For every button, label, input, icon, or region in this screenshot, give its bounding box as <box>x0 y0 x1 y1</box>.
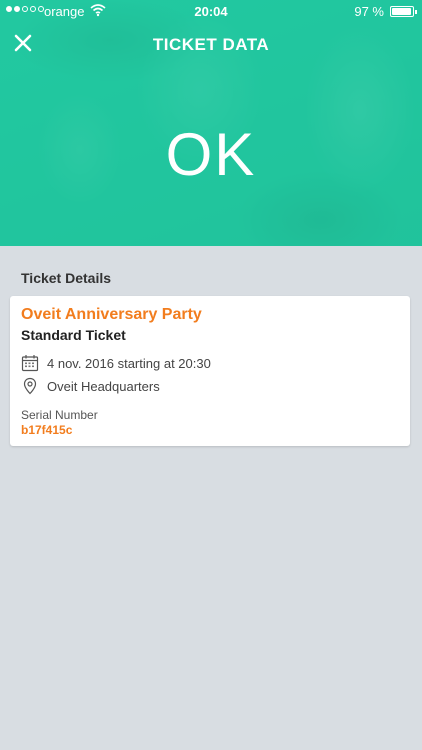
event-name: Oveit Anniversary Party <box>21 306 202 323</box>
ticket-status-text: OK <box>165 121 257 188</box>
event-date-row: 4 nov. 2016 starting at 20:30 <box>21 354 211 372</box>
battery-level <box>392 8 412 15</box>
calendar-icon <box>21 354 39 372</box>
event-location: Oveit Headquarters <box>47 378 160 394</box>
event-date: 4 nov. 2016 starting at 20:30 <box>47 355 211 371</box>
location-pin-icon <box>21 377 39 395</box>
serial-number-value: b17f415c <box>21 423 73 437</box>
battery-percent: 97 % <box>354 4 384 19</box>
hero-header: orange 20:04 97 % TICKET DATA OK <box>0 0 422 246</box>
battery-icon <box>390 6 417 17</box>
status-bar: orange 20:04 97 % <box>0 0 422 22</box>
ticket-card: Oveit Anniversary Party Standard Ticket … <box>10 296 410 446</box>
event-location-row: Oveit Headquarters <box>21 377 160 395</box>
section-title: Ticket Details <box>21 270 112 286</box>
serial-number-label: Serial Number <box>21 408 98 422</box>
page-title: TICKET DATA <box>152 35 270 54</box>
ticket-type: Standard Ticket <box>21 327 126 343</box>
